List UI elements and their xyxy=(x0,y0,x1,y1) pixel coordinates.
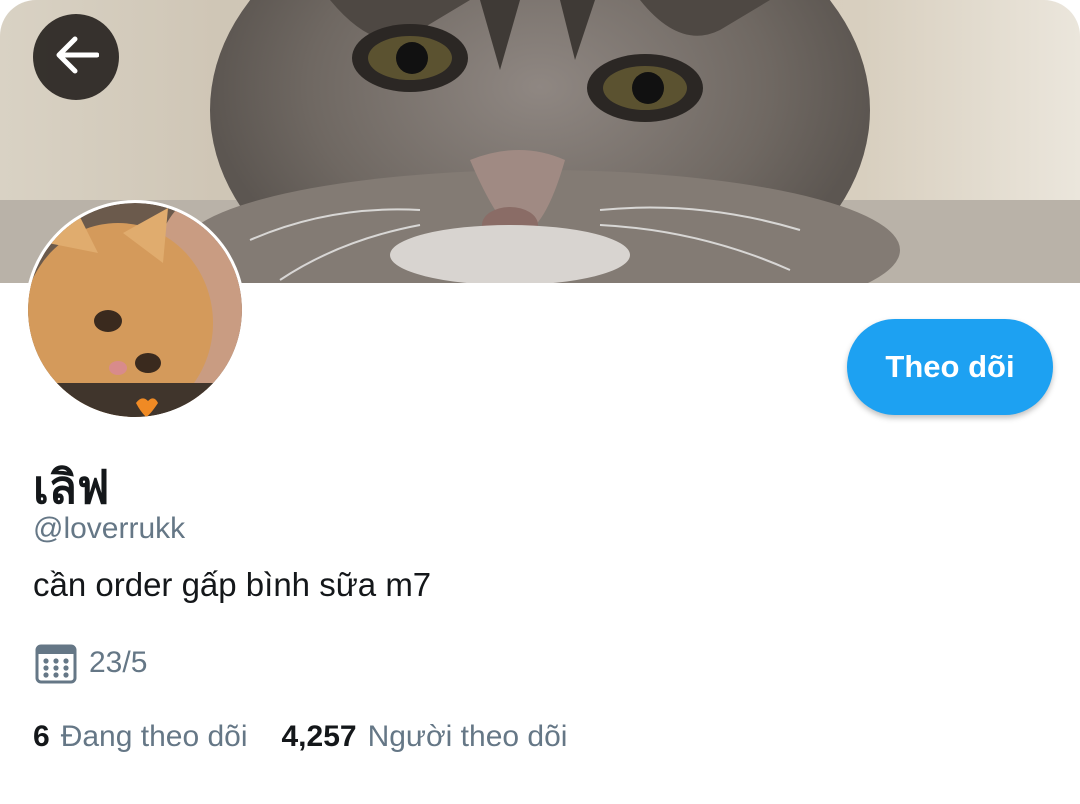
joined-date-row: 23/5 xyxy=(35,642,147,684)
following-count[interactable]: 6 xyxy=(33,720,50,754)
joined-date: 23/5 xyxy=(89,646,148,679)
back-button[interactable] xyxy=(33,14,119,100)
follow-stats: 6 Đang theo dõi 4,257 Người theo dõi xyxy=(33,720,601,754)
user-handle: @loverrukk xyxy=(33,512,186,545)
followers-count[interactable]: 4,257 xyxy=(282,720,357,754)
calendar-icon xyxy=(35,642,77,684)
avatar-image xyxy=(28,203,242,417)
arrow-left-icon xyxy=(53,35,100,80)
follow-button[interactable]: Theo dõi xyxy=(847,319,1053,415)
user-bio: cần order gấp bình sữa m7 xyxy=(33,566,432,603)
following-label[interactable]: Đang theo dõi xyxy=(61,720,248,754)
avatar[interactable] xyxy=(25,200,245,420)
followers-label[interactable]: Người theo dõi xyxy=(368,720,568,754)
